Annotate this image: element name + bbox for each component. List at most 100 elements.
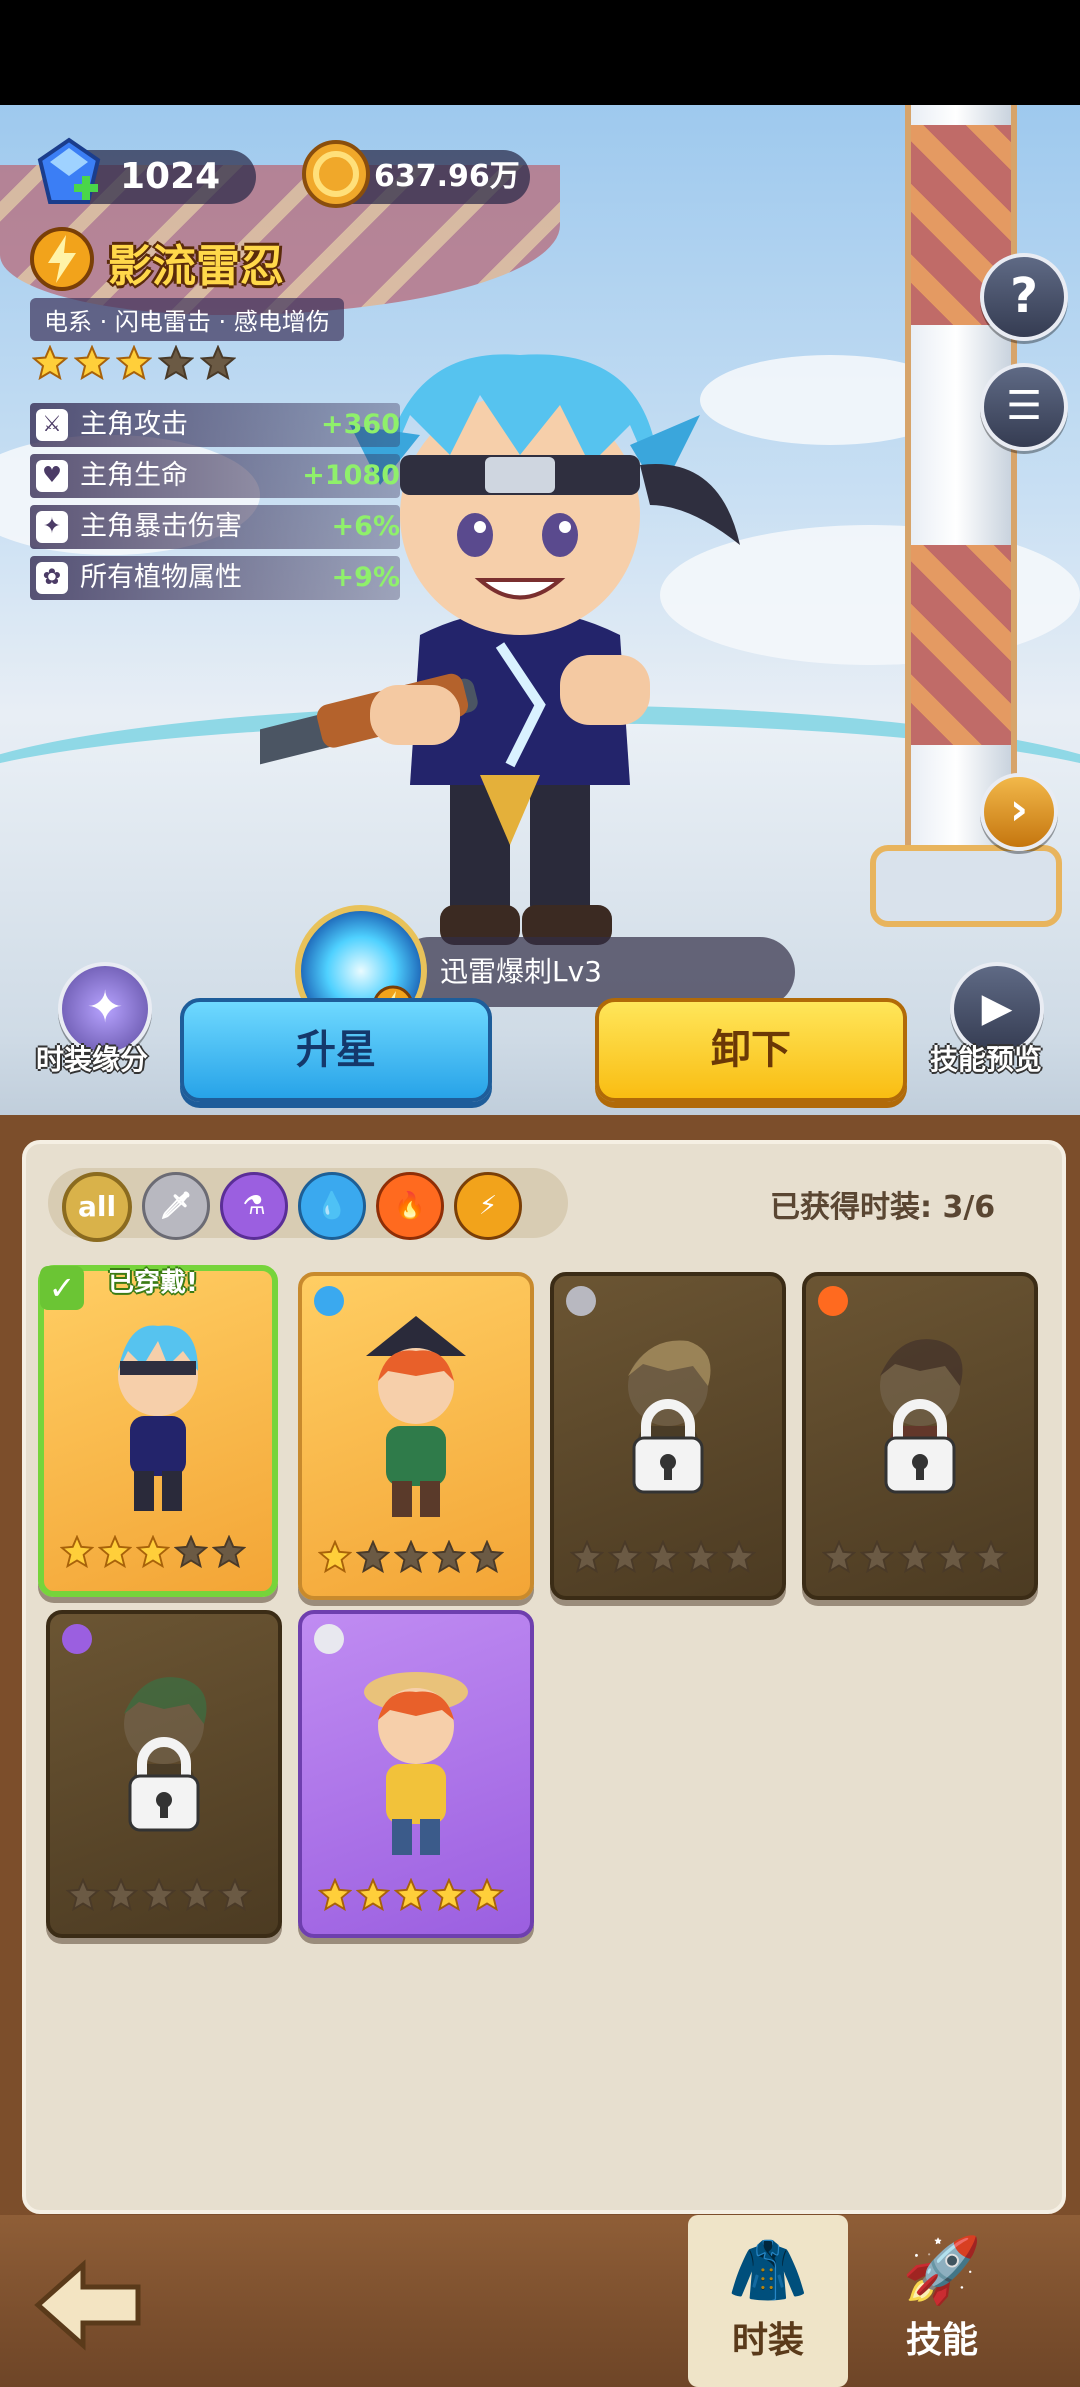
star-filled-icon xyxy=(59,1534,95,1569)
next-hero-button[interactable]: › xyxy=(980,773,1058,851)
star-filled-icon xyxy=(97,1534,133,1569)
star-empty-icon xyxy=(973,1539,1009,1574)
star-filled-icon xyxy=(431,1877,467,1912)
equipped-label: 已穿戴! xyxy=(108,1268,198,1298)
star-filled-icon xyxy=(317,1877,353,1912)
costume-card-5[interactable] xyxy=(46,1610,282,1938)
tab-costume-label: 时装 xyxy=(731,2320,804,2361)
costume-figure xyxy=(364,1672,468,1855)
star-filled-icon xyxy=(317,1539,353,1574)
hero-tags: 电系 · 闪电雷击 · 感电增伤 xyxy=(30,298,344,341)
stat-value: +1080 xyxy=(302,460,400,491)
card-star-rating xyxy=(821,1539,1022,1578)
equipped-check-icon: ✓ xyxy=(40,1266,84,1310)
star-filled-icon xyxy=(31,344,69,381)
filter-all-label: all xyxy=(77,1190,117,1223)
star-empty-icon xyxy=(859,1539,895,1574)
coin-counter[interactable]: 637.96万 xyxy=(302,140,530,208)
star-empty-icon xyxy=(211,1534,247,1569)
crit-icon: ✦ xyxy=(36,511,68,543)
stat-row-attack: ⚔ 主角攻击 +360 xyxy=(30,403,400,447)
skill-pill[interactable]: 迅雷爆刺Lv3 xyxy=(395,937,795,1007)
lightning-element-icon xyxy=(30,227,94,291)
card-star-rating xyxy=(317,1877,518,1916)
stat-label: 所有植物属性 xyxy=(80,562,242,593)
star-empty-icon xyxy=(569,1539,605,1574)
hero-star-rating xyxy=(31,344,272,385)
star-empty-icon xyxy=(645,1539,681,1574)
star-empty-icon xyxy=(607,1539,643,1574)
star-filled-icon xyxy=(73,344,111,381)
star-filled-icon xyxy=(393,1877,429,1912)
costume-card-3[interactable] xyxy=(550,1272,786,1600)
star-filled-icon xyxy=(355,1877,391,1912)
star-empty-icon xyxy=(217,1877,253,1912)
sparkle-icon: ✦ xyxy=(86,982,124,1033)
skill-name: 迅雷爆刺Lv3 xyxy=(440,955,602,988)
chevron-right-icon: › xyxy=(1009,784,1029,835)
unequip-button[interactable]: 卸下 xyxy=(595,998,907,1102)
card-star-rating xyxy=(569,1539,770,1578)
star-empty-icon xyxy=(173,1534,209,1569)
back-arrow-icon[interactable] xyxy=(28,2255,148,2355)
lock-icon xyxy=(884,1399,956,1494)
stat-label: 主角生命 xyxy=(80,460,188,491)
star-empty-icon xyxy=(393,1539,429,1574)
lock-icon xyxy=(128,1737,200,1832)
water-drop-icon xyxy=(314,1286,344,1316)
potion-icon xyxy=(62,1624,92,1654)
star-empty-icon xyxy=(141,1877,177,1912)
upgrade-star-button[interactable]: 升星 xyxy=(180,998,492,1102)
hero-name: 影流雷忍 xyxy=(108,241,284,292)
stat-value: +6% xyxy=(331,511,400,542)
gem-icon xyxy=(37,137,101,204)
fire-icon: 🔥 xyxy=(393,1191,427,1221)
star-empty-icon xyxy=(897,1539,933,1574)
costume-card-2[interactable] xyxy=(298,1272,534,1600)
tab-skill[interactable]: 🚀 技能 xyxy=(862,2215,1022,2387)
filter-all[interactable]: all xyxy=(62,1172,132,1242)
coin-icon xyxy=(302,140,370,208)
card-star-rating xyxy=(65,1877,266,1916)
filter-fire[interactable]: 🔥 xyxy=(376,1172,444,1240)
star-empty-icon xyxy=(683,1539,719,1574)
rocket-icon: 🚀 xyxy=(902,2234,982,2308)
sword-icon: 🗡 xyxy=(159,1191,193,1221)
star-empty-icon xyxy=(469,1539,505,1574)
sword-icon: ⚔ xyxy=(36,409,68,441)
hero-scene: 1024 637.96万 影流雷忍 电系 · 闪电雷击 · 感电增伤 ⚔ 主角攻… xyxy=(0,105,1080,1120)
star-filled-icon xyxy=(135,1534,171,1569)
stat-label: 主角暴击伤害 xyxy=(80,511,242,542)
help-button[interactable]: ? xyxy=(980,253,1068,341)
filter-lightning[interactable]: ⚡ xyxy=(454,1172,522,1240)
costume-card-4[interactable] xyxy=(802,1272,1038,1600)
tab-costume[interactable]: 🧥 时装 xyxy=(688,2215,848,2387)
gem-counter[interactable]: 1024 xyxy=(37,137,256,204)
question-icon: ? xyxy=(1010,268,1038,324)
pillar-base xyxy=(870,845,1062,927)
star-empty-icon xyxy=(179,1877,215,1912)
potion-icon: ⚗ xyxy=(242,1191,266,1221)
filter-sword[interactable]: 🗡 xyxy=(142,1172,210,1240)
coin-count: 637.96万 xyxy=(374,159,520,194)
card-star-rating xyxy=(59,1534,260,1573)
menu-button[interactable]: ☰ xyxy=(980,363,1068,451)
video-camera-icon: ▶ xyxy=(981,985,1013,1031)
stat-value: +9% xyxy=(331,562,400,593)
costume-card-1[interactable] xyxy=(38,1265,278,1597)
costume-card-6[interactable] xyxy=(298,1610,534,1938)
costume-figure xyxy=(118,1325,198,1511)
star-empty-icon xyxy=(103,1877,139,1912)
card-star-rating xyxy=(317,1539,518,1578)
star-empty-icon xyxy=(199,344,237,381)
fire-icon xyxy=(818,1286,848,1316)
star-empty-icon xyxy=(355,1539,391,1574)
star-empty-icon xyxy=(157,344,195,381)
gem-count: 1024 xyxy=(120,156,221,197)
list-icon: ☰ xyxy=(1006,383,1042,429)
star-filled-icon xyxy=(469,1877,505,1912)
star-empty-icon xyxy=(935,1539,971,1574)
star-empty-icon xyxy=(821,1539,857,1574)
filter-water[interactable]: 💧 xyxy=(298,1172,366,1240)
filter-potion[interactable]: ⚗ xyxy=(220,1172,288,1240)
